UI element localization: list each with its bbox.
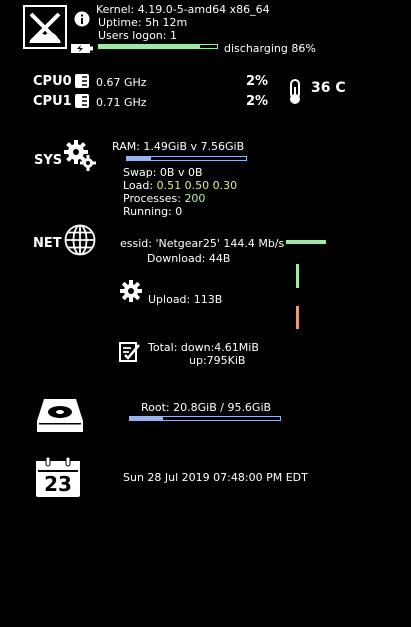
checklist-icon bbox=[119, 340, 141, 362]
cpu-chip-icon bbox=[74, 93, 90, 109]
net-label: NET bbox=[33, 236, 62, 251]
cpu0-freq: 0.67 GHz bbox=[96, 76, 147, 89]
upload-speed: Upload: 113B bbox=[148, 293, 223, 306]
battery-charging-icon bbox=[71, 44, 93, 53]
processes-value: 200 bbox=[184, 192, 206, 205]
hard-drive-icon bbox=[36, 398, 84, 434]
calendar-icon: 23 bbox=[35, 456, 81, 498]
cpu-chip-icon bbox=[74, 73, 90, 89]
processes: Processes: 200 bbox=[123, 192, 205, 205]
battery-status: discharging 86% bbox=[224, 42, 316, 55]
sys-label: SYS bbox=[34, 153, 63, 168]
info-icon bbox=[74, 11, 90, 27]
globe-icon bbox=[64, 224, 96, 256]
upload-graph bbox=[296, 306, 299, 329]
gear-icon bbox=[120, 280, 142, 302]
cpu1-usage: 2% bbox=[246, 94, 269, 109]
cpu1-label: CPU1 bbox=[33, 94, 72, 109]
kernel-info: Kernel: 4.19.0-5-amd64 x86_64 bbox=[96, 3, 270, 16]
xfce-logo bbox=[23, 5, 67, 49]
root-bar bbox=[129, 416, 281, 421]
cpu0-usage: 2% bbox=[246, 74, 269, 89]
thermometer-icon bbox=[287, 79, 303, 105]
load-values: 0.51 0.50 0.30 bbox=[156, 179, 238, 192]
gears-icon bbox=[64, 140, 98, 172]
wifi-essid: essid: 'Netgear25' 144.4 Mb/s bbox=[120, 237, 285, 250]
total-up: up:795KiB bbox=[189, 354, 246, 367]
temperature: 36 C bbox=[311, 80, 346, 96]
root-usage: Root: 20.8GiB / 95.6GiB bbox=[141, 401, 272, 414]
cpu0-label: CPU0 bbox=[33, 74, 72, 89]
cpu1-freq: 0.71 GHz bbox=[96, 96, 147, 109]
signal-bar bbox=[286, 240, 326, 244]
date-time: Sun 28 Jul 2019 07:48:00 PM EDT bbox=[123, 471, 308, 484]
running-processes: Running: 0 bbox=[123, 205, 183, 218]
battery-bar bbox=[98, 44, 218, 49]
download-speed: Download: 44B bbox=[147, 252, 231, 265]
uptime: Uptime: 5h 12m bbox=[98, 16, 188, 29]
download-graph bbox=[296, 264, 299, 288]
ram-usage: RAM: 1.49GiB v 7.56GiB bbox=[112, 140, 245, 153]
total-down: Total: down:4.61MiB bbox=[148, 341, 259, 354]
calendar-day: 23 bbox=[44, 472, 72, 496]
users-logon: Users logon: 1 bbox=[98, 29, 177, 42]
load-label: Load: bbox=[123, 179, 154, 192]
swap-usage: Swap: 0B v 0B bbox=[123, 166, 203, 179]
ram-bar bbox=[126, 156, 247, 161]
load-average: Load: 0.51 0.50 0.30 bbox=[123, 179, 237, 192]
processes-label: Processes: bbox=[123, 192, 181, 205]
